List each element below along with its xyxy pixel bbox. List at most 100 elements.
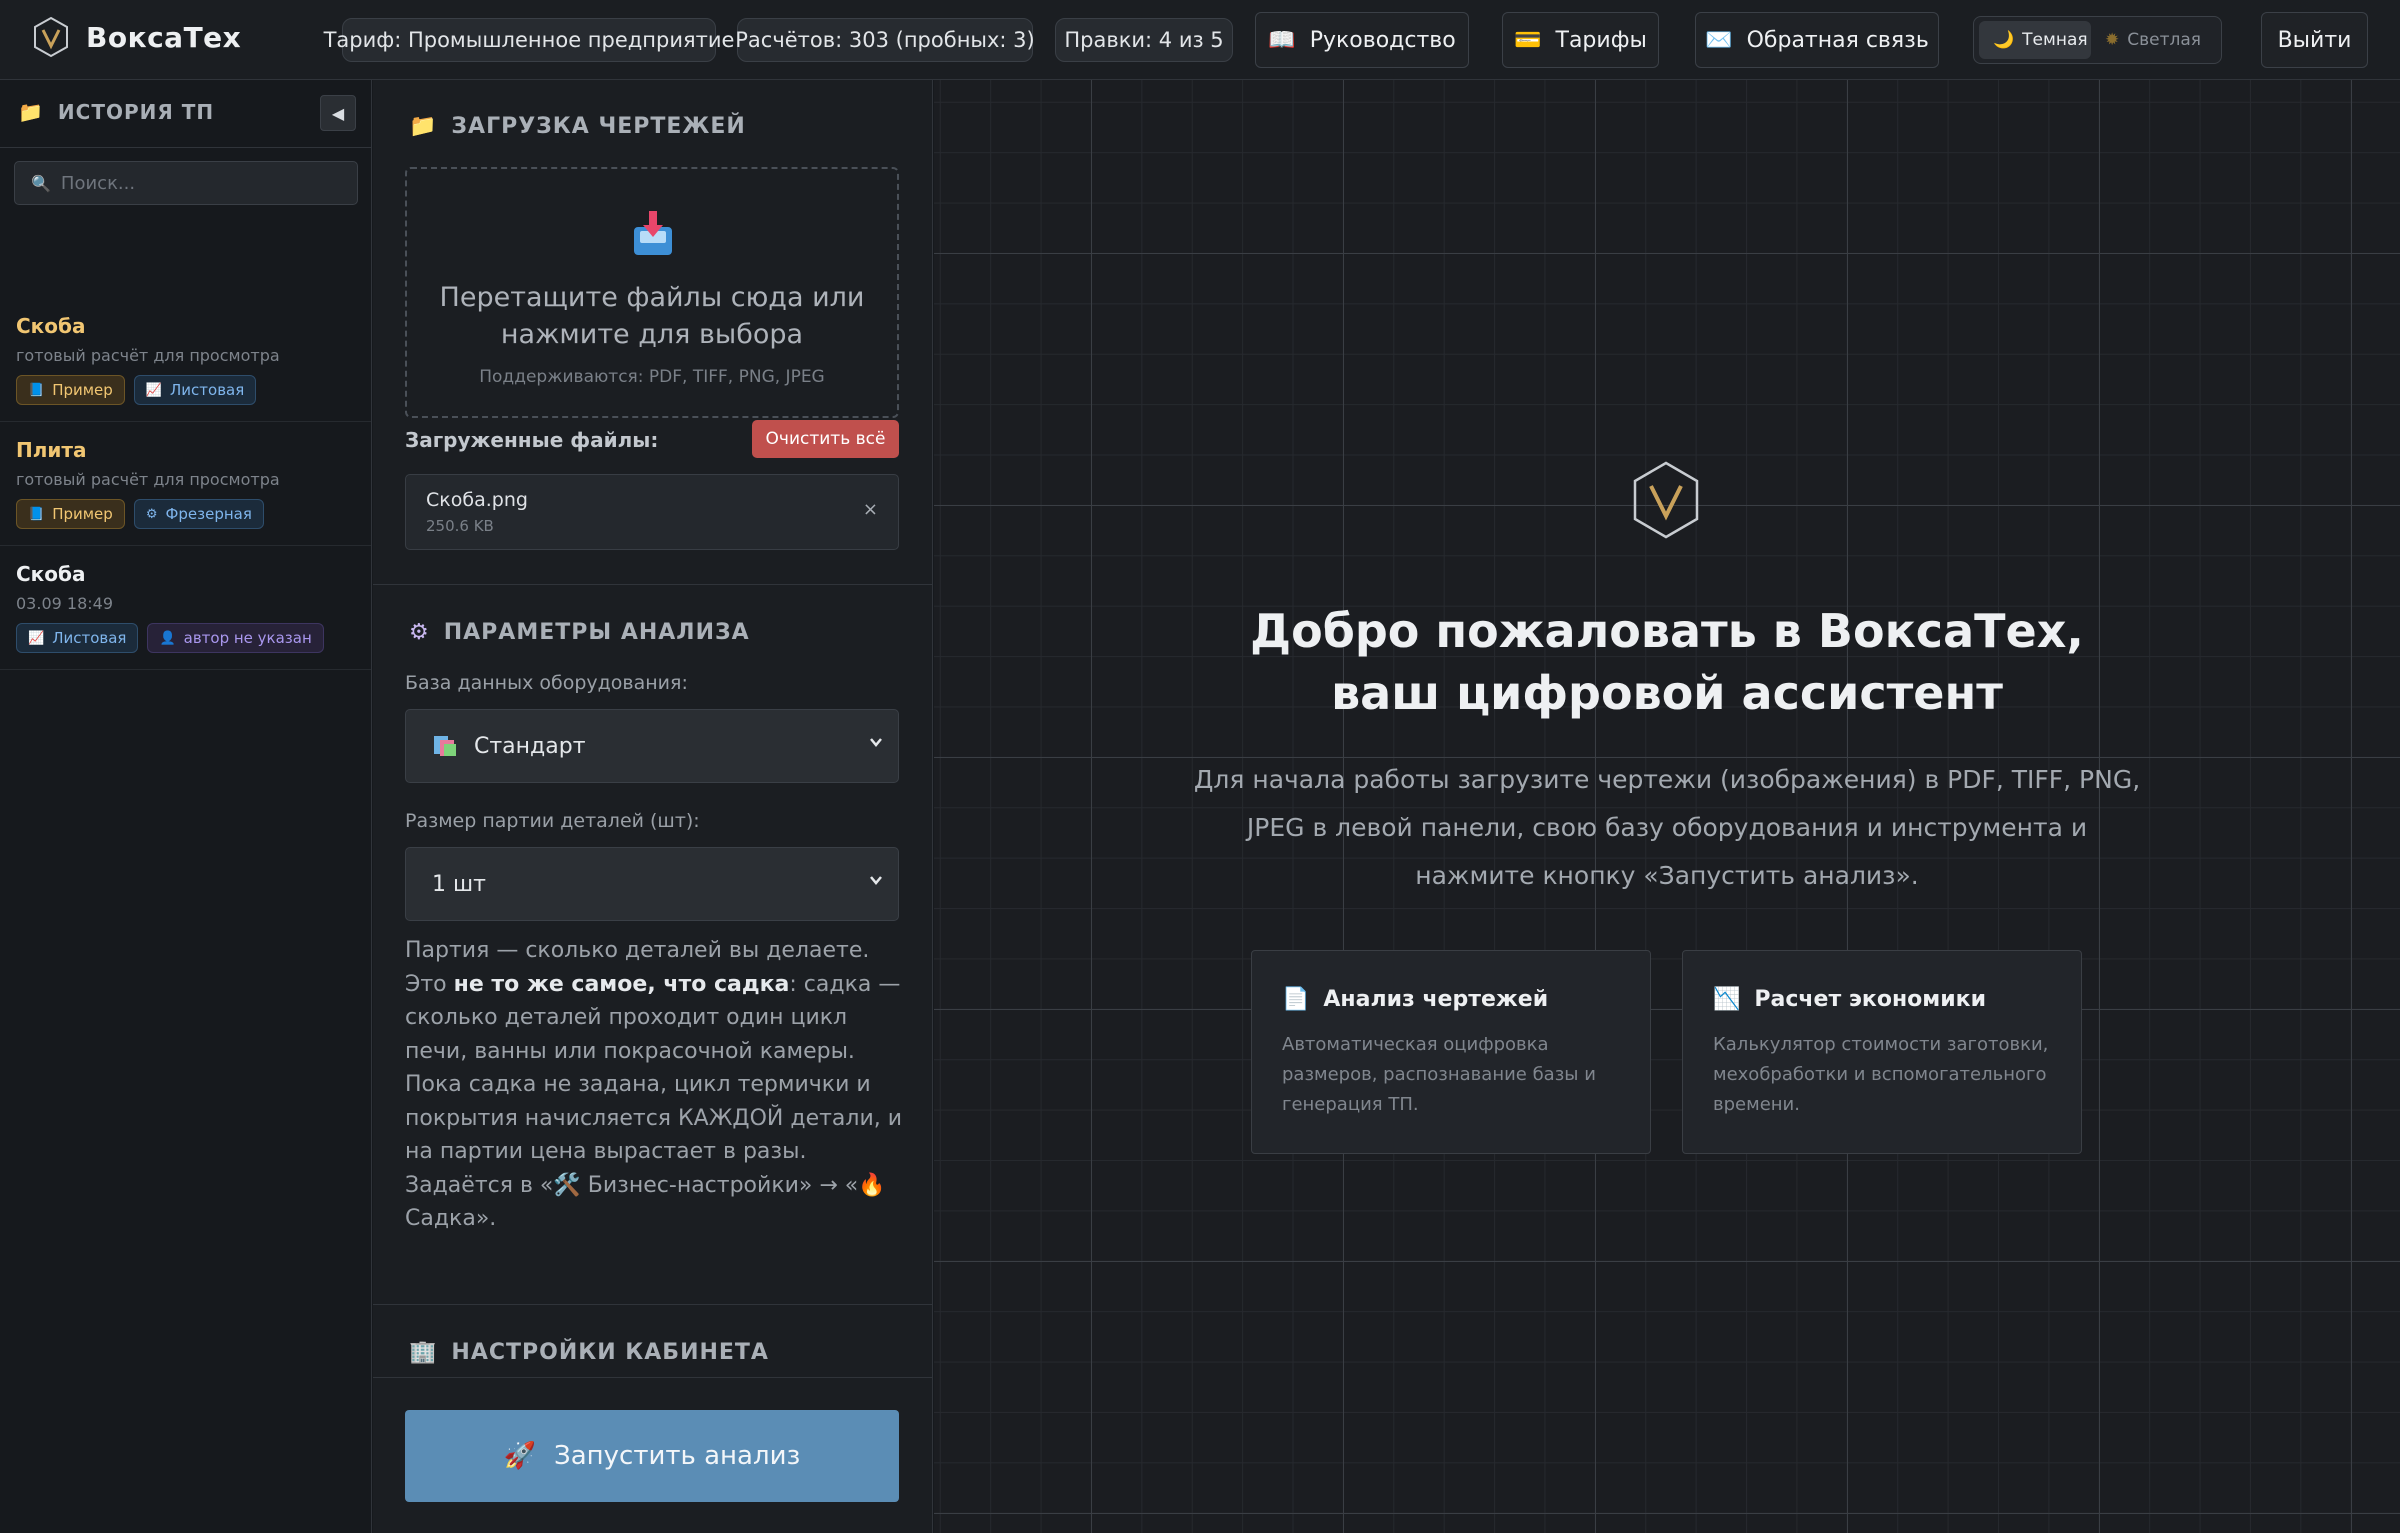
theme-light-option[interactable]: ✹ Светлая (2091, 21, 2217, 59)
chart-icon: 📈 (28, 630, 45, 646)
feature-card-title: 📉 Расчет экономики (1713, 987, 2051, 1012)
note-link-batch: Садка». (405, 1206, 497, 1231)
db-label: База данных оборудования: (405, 672, 688, 694)
folder-icon: 📁 (18, 100, 44, 124)
params-section-title: ⚙ ПАРАМЕТРЫ АНАЛИЗА (409, 620, 750, 645)
feature-title-text: Анализ чертежей (1323, 987, 1549, 1012)
welcome-description: Для начала работы загрузите чертежи (изо… (1193, 765, 2141, 890)
tag-label: Фрезерная (165, 505, 252, 523)
user-icon: 👤 (159, 630, 176, 646)
chevron-down-icon (870, 876, 882, 885)
run-footer: 🚀 Запустить анализ (373, 1377, 932, 1533)
guide-label: Руководство (1309, 27, 1456, 53)
top-bar: ВоксаТех Тариф: Промышленное предприятие… (0, 0, 2400, 80)
book-icon: 📘 (28, 506, 45, 522)
feature-card-desc: Калькулятор стоимости заготовки, мехобра… (1713, 1034, 2049, 1115)
history-search-input[interactable] (60, 172, 341, 194)
inbox-download-icon (634, 211, 672, 255)
mill-icon: ⚙ (145, 506, 158, 522)
history-item-tags: 📘 Пример 📈 Листовая (16, 375, 355, 405)
section-divider (373, 584, 932, 585)
note-link-business: Бизнес-настройки» → « (580, 1172, 859, 1198)
sidebar-title-text: ИСТОРИЯ ТП (57, 100, 215, 124)
feature-card-economics: 📉 Расчет экономики Калькулятор стоимости… (1682, 950, 2082, 1154)
run-analysis-label: Запустить анализ (554, 1441, 801, 1471)
history-item-title: Плита (16, 438, 87, 462)
history-item-title: Скоба (16, 314, 86, 338)
chart-down-icon: 📉 (1713, 987, 1741, 1012)
tag-badge: 📘 Пример (16, 375, 125, 405)
history-sidebar: 📁 ИСТОРИЯ ТП ◀ 🔍 Скоба готовый расчёт для… (0, 80, 372, 1533)
calcs-badge: Расчётов: 303 (пробных: 3) (735, 18, 1035, 62)
collapse-sidebar-button[interactable]: ◀ (320, 95, 356, 131)
feedback-button[interactable]: ✉️ Обратная связь (1695, 12, 1939, 68)
folder-icon: 📁 (409, 114, 438, 139)
dropzone-text: Перетащите файлы сюда или нажмите для вы… (439, 282, 865, 350)
document-icon: 📄 (1282, 987, 1310, 1012)
db-select[interactable]: Стандарт (405, 709, 899, 783)
file-name: Скоба.png (426, 489, 528, 511)
tag-badge: 📈 Листовая (133, 375, 257, 405)
tariffs-button[interactable]: 💳 Тарифы (1502, 12, 1659, 68)
history-item-subtitle: готовый расчёт для просмотра (16, 470, 280, 489)
brand-logo-icon (1633, 461, 1699, 539)
tag-label: Листовая (170, 381, 245, 399)
chart-icon: 📈 (145, 382, 162, 398)
history-search[interactable]: 🔍 (14, 161, 358, 205)
tag-badge: 📘 Пример (16, 499, 125, 529)
params-title-text: ПАРАМЕТРЫ АНАЛИЗА (443, 620, 750, 645)
batch-explanation: Партия — сколько деталей вы делаете. Это… (405, 934, 905, 1236)
uploaded-files-label: Загруженные файлы: (405, 428, 659, 452)
history-item-tags: 📘 Пример ⚙ Фрезерная (16, 499, 355, 529)
history-item[interactable]: Скоба 03.09 18:49 📈 Листовая 👤 автор не указа… (0, 548, 371, 670)
remove-file-button[interactable]: × (863, 499, 878, 520)
search-icon: 🔍 (31, 173, 51, 193)
run-analysis-button[interactable]: 🚀 Запустить анализ (405, 1410, 899, 1502)
tag-label: автор не указан (183, 629, 312, 647)
history-item-tags: 📈 Листовая 👤 автор не указан (16, 623, 355, 653)
history-item-subtitle: 03.09 18:49 (16, 594, 113, 613)
file-dropzone[interactable]: Перетащите файлы сюда или нажмите для вы… (405, 167, 899, 418)
brand-logo-icon (34, 16, 68, 58)
logout-button[interactable]: Выйти (2261, 12, 2368, 68)
cabinet-section-title[interactable]: 🏢 НАСТРОЙКИ КАБИНЕТА (409, 1340, 769, 1365)
gear-icon: ⚙ (409, 620, 430, 645)
envelope-icon: ✉️ (1705, 27, 1733, 53)
sidebar-header: 📁 ИСТОРИЯ ТП ◀ (0, 80, 371, 148)
clear-all-button[interactable]: Очистить всё (752, 420, 899, 458)
tag-label: Пример (52, 505, 113, 523)
brand[interactable]: ВоксаТех (32, 16, 241, 58)
upload-title-text: ЗАГРУЗКА ЧЕРТЕЖЕЙ (451, 114, 746, 139)
sun-icon: ✹ (2105, 30, 2120, 50)
guide-button[interactable]: 📖 Руководство (1255, 12, 1469, 68)
book-icon: 📘 (28, 382, 45, 398)
theme-dark-label: Темная (2022, 30, 2088, 50)
dropzone-hint: Поддерживаются: PDF, TIFF, PNG, JPEG (479, 367, 825, 387)
sidebar-title: 📁 ИСТОРИЯ ТП (18, 100, 214, 124)
tag-badge: 📈 Листовая (16, 623, 139, 653)
batch-select[interactable]: 1 шт (405, 847, 899, 921)
theme-dark-option[interactable]: 🌙 Темная (1979, 21, 2091, 59)
feature-card-title: 📄 Анализ чертежей (1282, 987, 1620, 1012)
database-icon (434, 736, 456, 756)
brand-name: ВоксаТех (86, 20, 242, 54)
fire-icon: 🔥 (858, 1172, 886, 1198)
note-bold: не то же самое, что садка (453, 971, 790, 997)
control-panel: 📁 ЗАГРУЗКА ЧЕРТЕЖЕЙ Перетащите файлы сюд… (373, 80, 933, 1533)
history-item[interactable]: Скоба готовый расчёт для просмотра 📘 Пример… (0, 300, 371, 422)
tag-badge: 👤 автор не указан (147, 623, 324, 653)
tag-label: Пример (52, 381, 113, 399)
theme-light-label: Светлая (2127, 30, 2202, 50)
tariffs-label: Тарифы (1555, 27, 1647, 53)
feedback-label: Обратная связь (1746, 27, 1929, 53)
tools-icon: 🛠️ (553, 1172, 581, 1198)
history-item[interactable]: Плита готовый расчёт для просмотра 📘 Пример… (0, 424, 371, 546)
welcome-area: Добро пожаловать в ВоксаТех, ваш цифрово… (934, 80, 2400, 1533)
upload-section-title: 📁 ЗАГРУЗКА ЧЕРТЕЖЕЙ (409, 114, 746, 139)
tag-badge: ⚙ Фрезерная (133, 499, 264, 529)
section-divider (373, 1304, 932, 1305)
uploaded-file-item: Скоба.png 250.6 KB × (405, 474, 899, 550)
rocket-icon: 🚀 (503, 1441, 537, 1471)
file-size: 250.6 KB (426, 517, 494, 535)
feature-card-analysis: 📄 Анализ чертежей Автоматическая оцифров… (1251, 950, 1651, 1154)
